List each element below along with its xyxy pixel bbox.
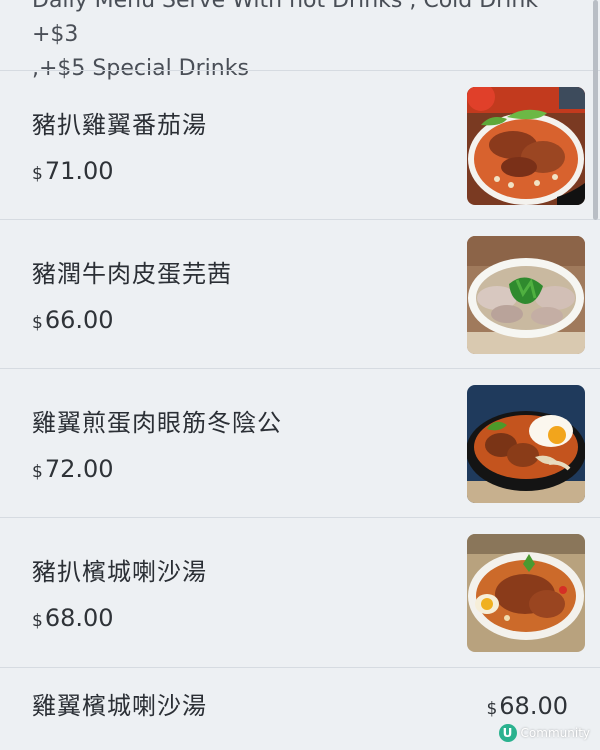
item-price: $71.00 xyxy=(32,155,114,190)
menu-page: Daily Menu Serve With hot Drinks , Cold … xyxy=(0,0,600,750)
tomato-soup-photo[interactable] xyxy=(467,87,585,205)
currency-symbol: $ xyxy=(486,699,498,719)
penang-laksa-photo[interactable] xyxy=(467,534,585,652)
tom-yum-photo[interactable] xyxy=(467,385,585,503)
currency-symbol: $ xyxy=(32,611,43,631)
item-price: $68.00 xyxy=(32,602,114,637)
currency-symbol: $ xyxy=(32,462,43,482)
watermark-text: Community xyxy=(520,726,590,740)
item-price: $72.00 xyxy=(32,453,114,488)
menu-description-line1: Daily Menu Serve With hot Drinks , Cold … xyxy=(32,0,539,47)
currency-symbol: $ xyxy=(32,313,43,333)
menu-item-penang-laksa[interactable]: 豬扒檳城喇沙湯 $68.00 xyxy=(0,518,600,666)
community-logo-icon: U xyxy=(498,724,517,742)
menu-item-tomato-soup[interactable]: 豬扒雞翼番茄湯 $71.00 xyxy=(0,71,600,219)
item-name: 雞翼煎蛋肉眼筋冬陰公 xyxy=(32,409,282,437)
item-name: 豬扒檳城喇沙湯 xyxy=(32,558,207,586)
price-value: 68.00 xyxy=(44,604,114,632)
scrollbar[interactable] xyxy=(593,0,598,220)
price-value: 72.00 xyxy=(44,455,114,483)
pork-liver-beef-photo[interactable] xyxy=(467,236,585,354)
menu-item-tom-yum[interactable]: 雞翼煎蛋肉眼筋冬陰公 $72.00 xyxy=(0,369,600,517)
item-name: 雞翼檳城喇沙湯 xyxy=(32,692,207,720)
item-price: $66.00 xyxy=(32,304,114,339)
item-name: 豬扒雞翼番茄湯 xyxy=(32,111,207,139)
currency-symbol: $ xyxy=(32,164,43,184)
price-value: 68.00 xyxy=(499,692,568,720)
menu-item-pork-liver-beef[interactable]: 豬潤牛肉皮蛋芫茜 $66.00 xyxy=(0,220,600,368)
price-value: 66.00 xyxy=(44,306,114,334)
watermark: U Community xyxy=(498,724,590,742)
item-price: $68.00 xyxy=(486,690,568,725)
item-name: 豬潤牛肉皮蛋芫茜 xyxy=(32,260,232,288)
price-value: 71.00 xyxy=(44,157,114,185)
